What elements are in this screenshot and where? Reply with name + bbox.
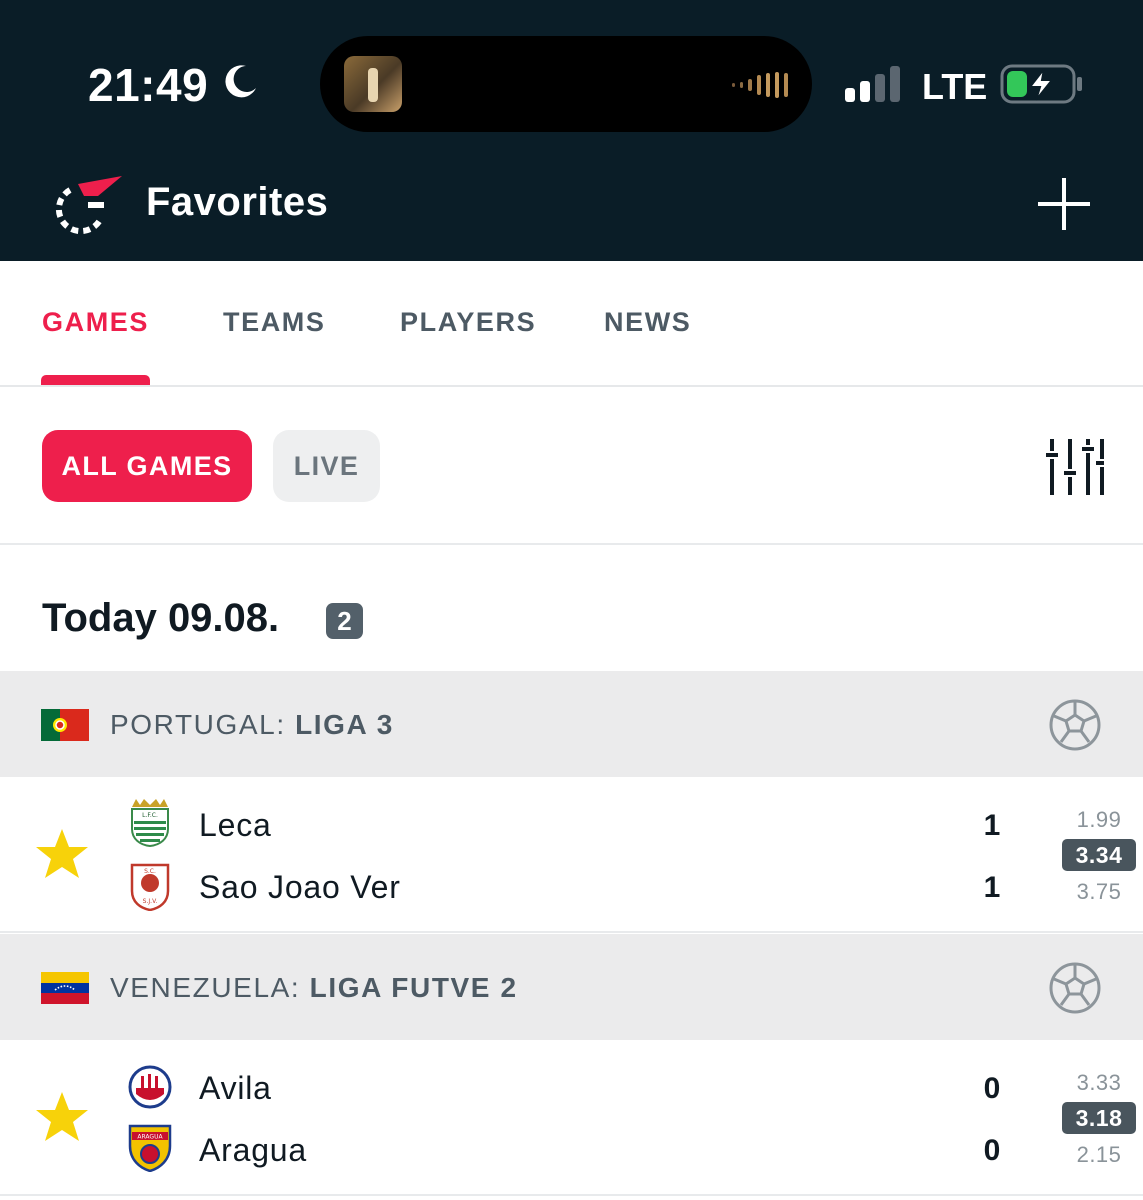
aragua-crest-icon: ARAGUA (128, 1124, 172, 1172)
tab-players[interactable]: PLAYERS (400, 307, 536, 338)
away-score: 1 (983, 871, 1001, 904)
favorites-tabs: GAMES TEAMS PLAYERS NEWS (0, 261, 1143, 387)
tab-games[interactable]: GAMES (42, 307, 149, 338)
home-team-name: Avila (199, 1070, 272, 1106)
soccer-ball-icon (1049, 699, 1101, 751)
league-title: PORTUGAL: LIGA 3 (110, 709, 394, 741)
add-icon[interactable] (1036, 176, 1092, 232)
home-score: 0 (983, 1072, 1001, 1105)
live-filter[interactable]: LIVE (273, 430, 380, 502)
odds-home[interactable]: 3.33 (1062, 1070, 1136, 1096)
games-count-badge: 2 (326, 603, 363, 639)
away-team-name: Sao Joao Ver (199, 869, 401, 905)
league-country: VENEZUELA: (110, 972, 301, 1003)
svg-text:S.C.: S.C. (144, 868, 156, 875)
audio-waveform-icon (732, 72, 788, 98)
dynamic-island (320, 36, 812, 132)
odds-home[interactable]: 1.99 (1062, 807, 1136, 833)
all-games-filter[interactable]: ALL GAMES (42, 430, 252, 502)
league-title: VENEZUELA: LIGA FUTVE 2 (110, 972, 518, 1004)
battery-charging-icon (1000, 64, 1082, 104)
home-score: 1 (983, 809, 1001, 842)
odds-away[interactable]: 3.75 (1062, 879, 1136, 905)
league-header-venezuela[interactable]: VENEZUELA: LIGA FUTVE 2 (0, 934, 1143, 1040)
network-type: LTE (922, 66, 988, 107)
soccer-ball-icon (1049, 962, 1101, 1014)
moon-icon (225, 65, 256, 98)
favorite-star-icon[interactable] (34, 827, 90, 881)
odds-away[interactable]: 2.15 (1062, 1142, 1136, 1168)
now-playing-artwork (344, 56, 402, 112)
league-country: PORTUGAL: (110, 709, 286, 740)
svg-text:ARAGUA: ARAGUA (137, 1134, 163, 1141)
filter-bar: ALL GAMES LIVE (0, 387, 1143, 545)
match-row[interactable]: Avila ARAGUA Aragua 0 0 3.33 3.18 2.15 (0, 1040, 1143, 1196)
away-score: 0 (983, 1134, 1001, 1167)
league-header-portugal[interactable]: PORTUGAL: LIGA 3 (0, 671, 1143, 777)
page-title: Favorites (146, 180, 329, 224)
home-team-name: Leca (199, 807, 272, 843)
leca-crest-icon: L.F.C. (131, 799, 169, 847)
cellular-signal-icon (845, 66, 900, 102)
match-row[interactable]: L.F.C. Leca S.C. S.J.V. Sao Joao Ver 1 1… (0, 777, 1143, 933)
tab-news[interactable]: NEWS (604, 307, 691, 338)
odds-draw[interactable]: 3.34 (1062, 839, 1136, 871)
league-name: LIGA FUTVE 2 (309, 972, 518, 1003)
avila-crest-icon (128, 1065, 172, 1109)
filter-settings-icon[interactable] (1046, 439, 1104, 495)
status-time: 21:49 (88, 59, 209, 111)
sao-joao-ver-crest-icon: S.C. S.J.V. (130, 863, 170, 911)
app-header: 21:49 LTE Favorites (0, 0, 1143, 261)
flashscore-logo-icon (55, 176, 122, 234)
venezuela-flag-icon (41, 972, 89, 1004)
portugal-flag-icon (41, 709, 89, 741)
svg-text:S.J.V.: S.J.V. (143, 898, 158, 905)
date-heading: Today 09.08. (42, 596, 280, 640)
away-team-name: Aragua (199, 1132, 307, 1168)
svg-text:L.F.C.: L.F.C. (142, 812, 158, 819)
favorite-star-icon[interactable] (34, 1090, 90, 1144)
tab-teams[interactable]: TEAMS (223, 307, 326, 338)
active-tab-indicator (41, 375, 150, 385)
odds-draw[interactable]: 3.18 (1062, 1102, 1136, 1134)
league-name: LIGA 3 (295, 709, 394, 740)
